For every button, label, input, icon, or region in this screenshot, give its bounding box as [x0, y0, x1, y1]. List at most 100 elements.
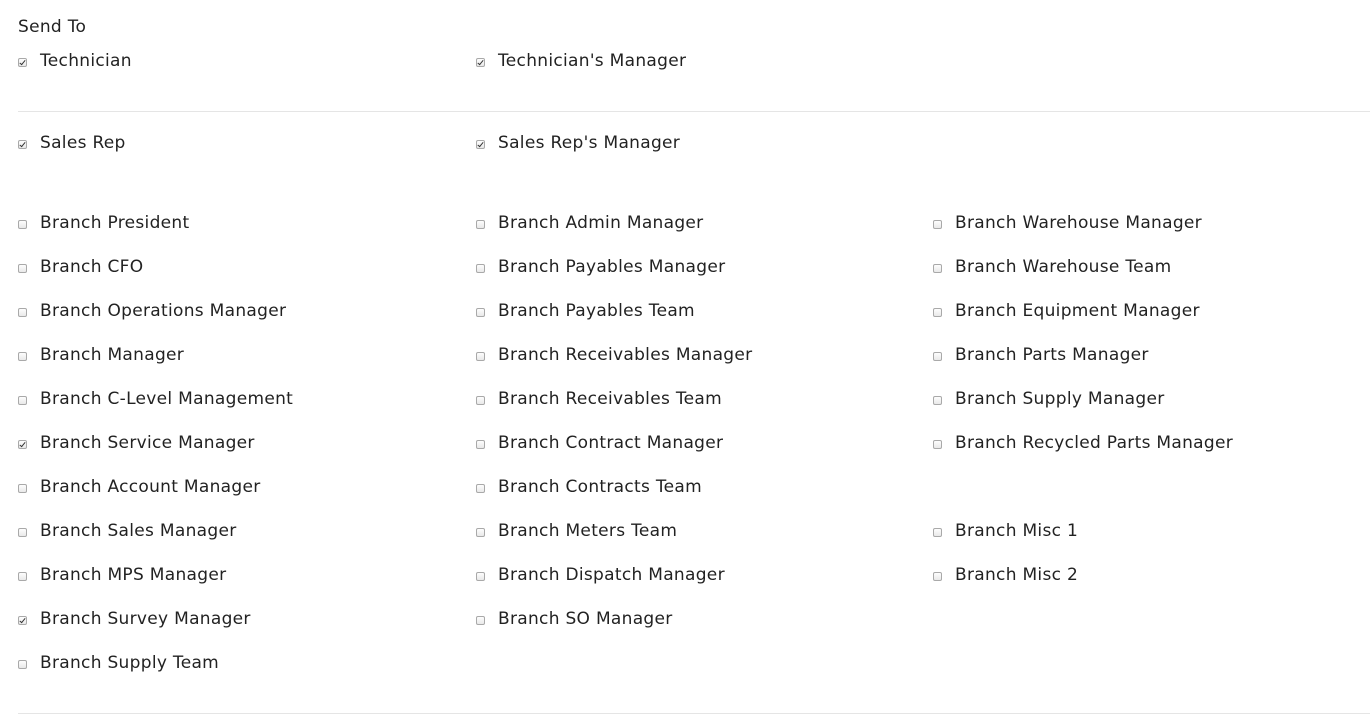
checkbox-row: Sales Rep Sales Rep's Manager — [18, 133, 1370, 161]
branch-receivables-manager-checkbox[interactable] — [476, 352, 485, 361]
branch-mps-manager-checkbox[interactable] — [18, 572, 27, 581]
option-branch-contract-manager[interactable]: Branch Contract Manager — [476, 433, 723, 461]
branch-service-manager-checkbox[interactable] — [18, 440, 27, 449]
branch-misc-1-checkbox[interactable] — [933, 528, 942, 537]
option-branch-equipment-manager[interactable]: Branch Equipment Manager — [933, 301, 1200, 329]
checkbox-label: Technician's Manager — [498, 51, 687, 71]
send-to-panel: Send To Technician Technician's Manager Sa… — [0, 0, 1370, 726]
checkbox-label: Branch Supply Team — [40, 653, 220, 673]
branch-contracts-team-checkbox[interactable] — [476, 484, 485, 493]
option-branch-supply-team[interactable]: Branch Supply Team — [18, 653, 219, 681]
checkbox-label: Branch Recycled Parts Manager — [955, 433, 1234, 453]
option-branch-receivables-team[interactable]: Branch Receivables Team — [476, 389, 722, 417]
technician-checkbox[interactable] — [18, 58, 27, 67]
option-branch-so-manager[interactable]: Branch SO Manager — [476, 609, 673, 637]
option-technicians-manager[interactable]: Technician's Manager — [476, 51, 686, 79]
sales-reps-manager-checkbox[interactable] — [476, 140, 485, 149]
checkbox-row: Branch Service Manager Branch Contract Ma… — [18, 433, 1370, 461]
option-branch-misc-2[interactable]: Branch Misc 2 — [933, 565, 1078, 593]
branch-recycled-parts-manager-checkbox[interactable] — [933, 440, 942, 449]
branch-parts-manager-checkbox[interactable] — [933, 352, 942, 361]
option-branch-supply-manager[interactable]: Branch Supply Manager — [933, 389, 1165, 417]
option-branch-dispatch-manager[interactable]: Branch Dispatch Manager — [476, 565, 725, 593]
option-branch-operations-manager[interactable]: Branch Operations Manager — [18, 301, 286, 329]
checkbox-label: Branch Receivables Team — [498, 389, 722, 409]
branch-so-manager-checkbox[interactable] — [476, 616, 485, 625]
checkbox-label: Branch Equipment Manager — [955, 301, 1200, 321]
option-sales-reps-manager[interactable]: Sales Rep's Manager — [476, 133, 680, 161]
checkbox-row: Branch C-Level Management Branch Receivab… — [18, 389, 1370, 417]
checkbox-label: Branch Warehouse Manager — [955, 213, 1202, 233]
option-branch-parts-manager[interactable]: Branch Parts Manager — [933, 345, 1149, 373]
checkbox-row: Branch Manager Branch Receivables Manager… — [18, 345, 1370, 373]
branch-supply-manager-checkbox[interactable] — [933, 396, 942, 405]
branch-payables-manager-checkbox[interactable] — [476, 264, 485, 273]
branch-president-checkbox[interactable] — [18, 220, 27, 229]
branch-payables-team-checkbox[interactable] — [476, 308, 485, 317]
branch-account-manager-checkbox[interactable] — [18, 484, 27, 493]
checkbox-label: Technician — [40, 51, 132, 71]
checkbox-row: Branch Survey Manager Branch SO Manager — [18, 609, 1370, 637]
branch-meters-team-checkbox[interactable] — [476, 528, 485, 537]
option-branch-warehouse-manager[interactable]: Branch Warehouse Manager — [933, 213, 1202, 241]
checkbox-row: Branch MPS Manager Branch Dispatch Manage… — [18, 565, 1370, 593]
option-branch-meters-team[interactable]: Branch Meters Team — [476, 521, 677, 549]
divider — [18, 111, 1370, 112]
option-branch-payables-team[interactable]: Branch Payables Team — [476, 301, 695, 329]
checkbox-label: Branch Sales Manager — [40, 521, 237, 541]
technicians-manager-checkbox[interactable] — [476, 58, 485, 67]
branch-misc-2-checkbox[interactable] — [933, 572, 942, 581]
option-branch-receivables-manager[interactable]: Branch Receivables Manager — [476, 345, 752, 373]
branch-warehouse-manager-checkbox[interactable] — [933, 220, 942, 229]
branch-survey-manager-checkbox[interactable] — [18, 616, 27, 625]
checkbox-label: Branch C-Level Management — [40, 389, 294, 409]
option-branch-president[interactable]: Branch President — [18, 213, 189, 241]
option-sales-rep[interactable]: Sales Rep — [18, 133, 126, 161]
checkbox-label: Sales Rep — [40, 133, 126, 153]
option-branch-cfo[interactable]: Branch CFO — [18, 257, 143, 285]
branch-warehouse-team-checkbox[interactable] — [933, 264, 942, 273]
option-branch-c-level-management[interactable]: Branch C-Level Management — [18, 389, 293, 417]
option-branch-recycled-parts-manager[interactable]: Branch Recycled Parts Manager — [933, 433, 1233, 461]
option-branch-service-manager[interactable]: Branch Service Manager — [18, 433, 255, 461]
checkbox-label: Branch Meters Team — [498, 521, 678, 541]
checkbox-row: Branch President Branch Admin Manager Bran… — [18, 213, 1370, 241]
checkbox-row: Branch Operations Manager Branch Payables… — [18, 301, 1370, 329]
branch-dispatch-manager-checkbox[interactable] — [476, 572, 485, 581]
checkbox-label: Branch Manager — [40, 345, 185, 365]
option-branch-account-manager[interactable]: Branch Account Manager — [18, 477, 261, 505]
branch-sales-manager-checkbox[interactable] — [18, 528, 27, 537]
branch-admin-manager-checkbox[interactable] — [476, 220, 485, 229]
branch-equipment-manager-checkbox[interactable] — [933, 308, 942, 317]
checkbox-label: Branch Operations Manager — [40, 301, 287, 321]
checkbox-label: Branch SO Manager — [498, 609, 673, 629]
checkbox-label: Branch Misc 1 — [955, 521, 1079, 541]
branch-supply-team-checkbox[interactable] — [18, 660, 27, 669]
checkbox-row: Branch CFO Branch Payables Manager Branch … — [18, 257, 1370, 285]
branch-c-level-management-checkbox[interactable] — [18, 396, 27, 405]
checkbox-label: Branch MPS Manager — [40, 565, 227, 585]
option-branch-contracts-team[interactable]: Branch Contracts Team — [476, 477, 702, 505]
option-branch-admin-manager[interactable]: Branch Admin Manager — [476, 213, 703, 241]
option-technician[interactable]: Technician — [18, 51, 132, 79]
option-branch-manager[interactable]: Branch Manager — [18, 345, 184, 373]
checkbox-row: Branch Account Manager Branch Contracts T… — [18, 477, 1370, 505]
option-branch-misc-1[interactable]: Branch Misc 1 — [933, 521, 1078, 549]
branch-cfo-checkbox[interactable] — [18, 264, 27, 273]
branch-receivables-team-checkbox[interactable] — [476, 396, 485, 405]
checkbox-label: Branch Contract Manager — [498, 433, 724, 453]
checkbox-label: Branch President — [40, 213, 190, 233]
sales-rep-checkbox[interactable] — [18, 140, 27, 149]
checkbox-label: Branch Service Manager — [40, 433, 255, 453]
option-branch-warehouse-team[interactable]: Branch Warehouse Team — [933, 257, 1171, 285]
option-branch-payables-manager[interactable]: Branch Payables Manager — [476, 257, 725, 285]
option-branch-mps-manager[interactable]: Branch MPS Manager — [18, 565, 226, 593]
option-branch-sales-manager[interactable]: Branch Sales Manager — [18, 521, 237, 549]
checkbox-label: Branch Payables Manager — [498, 257, 726, 277]
branch-manager-checkbox[interactable] — [18, 352, 27, 361]
checkbox-label: Branch Account Manager — [40, 477, 261, 497]
option-branch-survey-manager[interactable]: Branch Survey Manager — [18, 609, 251, 637]
branch-operations-manager-checkbox[interactable] — [18, 308, 27, 317]
checkbox-row: Technician Technician's Manager — [18, 51, 1370, 79]
branch-contract-manager-checkbox[interactable] — [476, 440, 485, 449]
